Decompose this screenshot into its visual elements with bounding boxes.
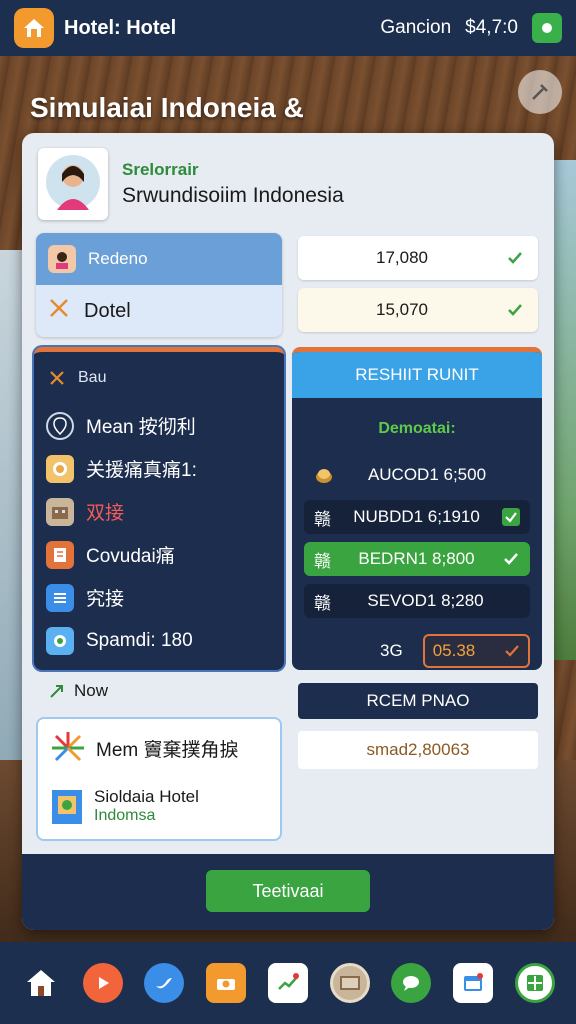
panel-footer: Teetivaai — [22, 854, 554, 930]
result-row[interactable]: AUCOD1 6;500 — [304, 458, 530, 492]
news-item[interactable]: Mem 竇棄撲角捩 — [38, 719, 280, 777]
hotel-icon — [46, 497, 74, 526]
menu-item[interactable]: 究接 — [34, 576, 284, 619]
hero-title: Simulaiai Indoneia & — [30, 92, 304, 123]
news-subtitle-1: Sioldaia Hotel — [94, 787, 199, 806]
building-icon — [52, 790, 82, 824]
coin-icon — [316, 469, 332, 483]
play-icon[interactable] — [82, 963, 123, 1003]
news-card[interactable]: Mem 竇棄撲角捩 Sioldaia Hotel Indomsa — [36, 717, 282, 841]
sunburst-icon — [52, 732, 84, 762]
result-row-selected[interactable]: 赣 BEDRN1 8;800 — [304, 542, 530, 576]
grid-icon[interactable] — [515, 963, 555, 1003]
result-row-label: NUBDD1 6;1910 — [353, 507, 480, 526]
camera-icon[interactable] — [206, 963, 247, 1003]
menu-item[interactable]: Mean 按彻利 — [34, 404, 284, 447]
menu-item[interactable]: Spamdi: 180 — [34, 619, 284, 662]
result-row[interactable]: 赣 NUBDD1 6;1910 — [304, 500, 530, 534]
summary-row-2[interactable]: Dotel — [36, 285, 282, 337]
menu-item[interactable]: 双接 — [34, 490, 284, 533]
cross-icon — [48, 297, 70, 325]
menu-item-label: Spamdi: 180 — [86, 629, 193, 651]
result-row-prefix: 赣 — [314, 509, 331, 529]
profile-header: Srelorrair Srwundisoiim Indonesia — [38, 147, 538, 221]
mini-avatar-icon — [48, 245, 76, 273]
menu-list-card: Bau Mean 按彻利 关援痛真痛1: 双接 Covudai痛 究接 Spam… — [34, 347, 284, 670]
app-title: Hotel: Hotel — [64, 16, 177, 39]
result-row-label: BEDRN1 8;800 — [358, 549, 475, 568]
top-right-info: Gancion $4,7:0 — [380, 13, 562, 43]
now-label: Now — [74, 681, 109, 700]
value-2: 15,070 — [376, 300, 428, 319]
check-icon — [505, 645, 519, 657]
summary-card: Redeno Dotel — [36, 233, 282, 337]
arrow-icon — [50, 685, 63, 698]
calendar-icon[interactable] — [453, 963, 494, 1003]
chat-icon[interactable] — [391, 963, 432, 1003]
news-title: Mem 竇棄撲角捩 — [96, 739, 239, 761]
result-row-prefix: 赣 — [314, 551, 331, 571]
user-label[interactable]: Gancion — [380, 17, 451, 39]
menu-item-label: 关援痛真痛1: — [86, 460, 197, 481]
news-subtitle-2: Indomsa — [94, 807, 156, 824]
news-item[interactable]: Sioldaia Hotel Indomsa — [38, 777, 280, 835]
value-box-2[interactable]: 15,070 — [298, 288, 538, 332]
summary-row-1-label: Redeno — [88, 249, 148, 268]
summary-row-1[interactable]: Redeno — [36, 233, 282, 285]
result-subtitle: Demoatai: — [378, 420, 456, 437]
menu-item-label: Mean 按彻利 — [86, 417, 196, 438]
chart-icon[interactable] — [267, 963, 308, 1003]
menu-header: Bau — [34, 352, 284, 404]
balance-label: $4,7:0 — [465, 17, 518, 38]
check-icon — [508, 252, 522, 264]
cta-button[interactable]: Teetivaai — [206, 870, 370, 912]
menu-item-label: 究接 — [86, 589, 125, 610]
menu-item-label: 双接 — [86, 503, 125, 524]
result-row[interactable]: 赣 SEVOD1 8;280 — [304, 584, 530, 618]
result-last-label: 3G — [380, 641, 403, 660]
result-header[interactable]: RESHIIT RUNIT — [292, 352, 542, 398]
profile-name: Srwundisoiim Indonesia — [122, 184, 344, 207]
window-left — [0, 250, 24, 770]
map-icon — [46, 626, 74, 655]
top-bar: Hotel: Hotel Gancion $4,7:0 — [0, 0, 576, 56]
result-last-row: 3G 05.38 — [304, 634, 530, 668]
menu-item-label: Covudai痛 — [86, 546, 175, 567]
value-1: 17,080 — [376, 248, 428, 267]
bottom-nav — [0, 942, 576, 1024]
result-row-label: SEVOD1 8;280 — [367, 591, 484, 610]
bird-icon[interactable] — [144, 963, 185, 1003]
main-panel: Srelorrair Srwundisoiim Indonesia Redeno… — [22, 133, 554, 930]
profile-subtitle: Srelorrair — [122, 160, 199, 179]
book-icon — [46, 540, 74, 569]
menu-item[interactable]: Covudai痛 — [34, 533, 284, 576]
summary-row-2-label: Dotel — [84, 299, 131, 322]
room-button[interactable]: RCEM PNAO — [298, 683, 538, 719]
dish-icon — [46, 454, 74, 483]
house-logo-icon[interactable] — [14, 8, 54, 48]
result-row-label: AUCOD1 6;500 — [367, 465, 487, 484]
profile-text: Srelorrair Srwundisoiim Indonesia — [122, 160, 344, 208]
close-icon[interactable] — [48, 369, 66, 387]
location-icon — [46, 411, 74, 440]
value-box-1[interactable]: 17,080 — [298, 236, 538, 280]
now-header: Now — [48, 681, 108, 701]
photo-icon[interactable] — [329, 963, 370, 1003]
menu-header-label: Bau — [78, 369, 107, 386]
avatar[interactable] — [38, 148, 108, 220]
tools-icon[interactable] — [518, 70, 562, 114]
window-right — [552, 160, 576, 660]
result-last-value: 05.38 — [432, 641, 476, 660]
notification-icon[interactable] — [532, 13, 562, 43]
result-value-button[interactable]: 05.38 — [422, 634, 530, 668]
check-icon — [504, 553, 518, 565]
list-icon — [46, 583, 74, 612]
result-card: RESHIIT RUNIT Demoatai: AUCOD1 6;500 赣 N… — [292, 347, 542, 670]
result-row-prefix: 赣 — [314, 593, 331, 613]
room-value: smad2,80063 — [298, 731, 538, 769]
menu-item[interactable]: 关援痛真痛1: — [34, 447, 284, 490]
check-icon — [508, 304, 522, 316]
home-icon[interactable] — [21, 963, 61, 1003]
check-icon — [502, 508, 520, 526]
